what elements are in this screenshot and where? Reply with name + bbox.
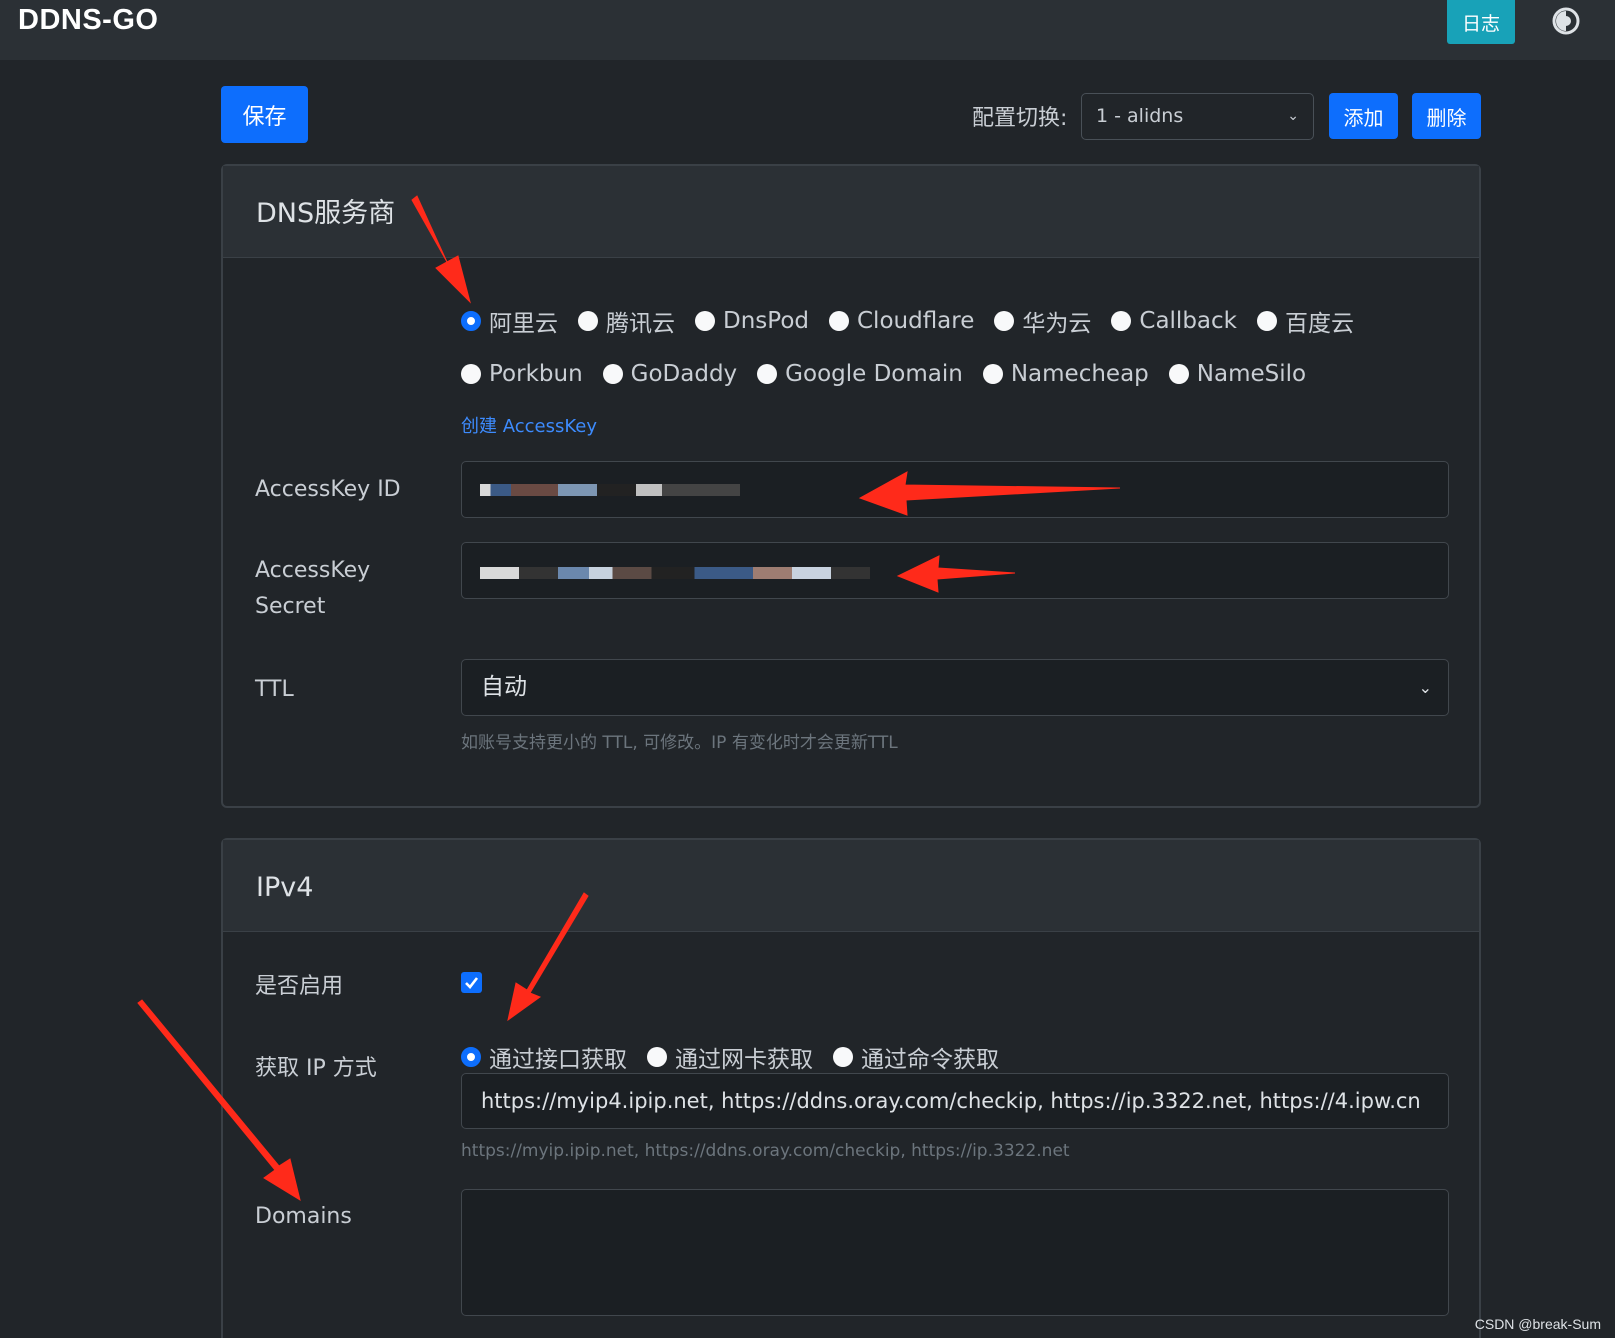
provider-option[interactable]: NameSilo xyxy=(1168,361,1307,387)
ipv4-enable-checkbox[interactable] xyxy=(461,972,482,993)
radio-button-icon[interactable] xyxy=(647,1047,667,1067)
ip-method-option[interactable]: 通过网卡获取 xyxy=(647,1040,813,1074)
radio-button-icon[interactable] xyxy=(757,364,778,384)
provider-option-label: 腾讯云 xyxy=(606,311,675,337)
navbar: DDNS-GO 日志 xyxy=(0,0,1615,60)
add-config-button[interactable]: 添加 xyxy=(1329,93,1398,139)
ip-url-input[interactable]: https://myip4.ipip.net, https://ddns.ora… xyxy=(461,1073,1449,1129)
contrast-icon[interactable] xyxy=(1551,6,1581,36)
redacted-value xyxy=(480,484,740,496)
create-accesskey-link[interactable]: 创建 AccessKey xyxy=(461,412,597,438)
radio-button-icon[interactable] xyxy=(1256,311,1277,331)
provider-option[interactable]: Cloudflare xyxy=(829,308,974,334)
provider-option[interactable]: GoDaddy xyxy=(602,361,738,387)
ip-method-label: 获取 IP 方式 xyxy=(255,1056,377,1081)
brand-logo[interactable]: DDNS-GO xyxy=(18,4,158,37)
radio-button-icon[interactable] xyxy=(461,1047,481,1067)
domains-textarea[interactable] xyxy=(461,1189,1449,1316)
ip-method-option[interactable]: 通过接口获取 xyxy=(461,1040,627,1074)
accesskey-id-input[interactable] xyxy=(461,461,1449,518)
accesskey-secret-input[interactable] xyxy=(461,542,1449,599)
chevron-down-icon: ⌄ xyxy=(1418,678,1432,697)
save-button[interactable]: 保存 xyxy=(221,86,308,143)
radio-button-icon[interactable] xyxy=(578,311,598,331)
ip-method-option-label: 通过网卡获取 xyxy=(675,1047,813,1073)
ttl-label: TTL xyxy=(255,677,294,702)
provider-radio-row-1: 阿里云 腾讯云 DnsPod Cloudflare 华为云 Callback 百度云 xyxy=(461,304,1374,338)
provider-option-label: NameSilo xyxy=(1196,361,1307,387)
provider-option-label: Porkbun xyxy=(489,361,583,387)
radio-button-icon[interactable] xyxy=(994,311,1015,331)
ip-url-help-text: https://myip.ipip.net, https://ddns.oray… xyxy=(461,1141,1070,1161)
ttl-select[interactable]: 自动 ⌄ xyxy=(461,659,1449,716)
config-select[interactable]: 1 - alidns ⌄ xyxy=(1081,93,1314,140)
provider-option[interactable]: 百度云 xyxy=(1256,304,1354,338)
provider-radio-row-2: Porkbun GoDaddy Google Domain Namecheap Name… xyxy=(461,361,1326,387)
provider-option[interactable]: 腾讯云 xyxy=(578,304,675,338)
provider-option-label: DnsPod xyxy=(723,308,809,334)
accesskey-secret-label-line2: Secret xyxy=(255,594,326,619)
provider-option[interactable]: DnsPod xyxy=(695,308,809,334)
accesskey-id-label: AccessKey ID xyxy=(255,477,401,502)
radio-button-icon[interactable] xyxy=(1111,311,1132,331)
provider-option[interactable]: Porkbun xyxy=(461,361,583,387)
domains-label: Domains xyxy=(255,1204,352,1229)
check-icon xyxy=(465,977,479,989)
provider-option-label: Namecheap xyxy=(1010,361,1149,387)
radio-button-icon[interactable] xyxy=(829,311,849,331)
radio-button-icon[interactable] xyxy=(833,1047,853,1067)
ip-method-option[interactable]: 通过命令获取 xyxy=(833,1040,999,1074)
provider-option[interactable]: 华为云 xyxy=(994,304,1091,338)
provider-option[interactable]: Google Domain xyxy=(757,361,963,387)
provider-option-label: 阿里云 xyxy=(489,311,558,337)
provider-option-label: 华为云 xyxy=(1022,311,1092,337)
provider-option-label: Google Domain xyxy=(785,361,963,387)
provider-option[interactable]: Callback xyxy=(1111,308,1237,334)
ipv4-enable-label: 是否启用 xyxy=(255,974,344,999)
radio-button-icon[interactable] xyxy=(461,311,481,331)
radio-button-icon[interactable] xyxy=(695,311,715,331)
ip-method-radio-row: 通过接口获取 通过网卡获取 通过命令获取 xyxy=(461,1040,1019,1074)
provider-option[interactable]: 阿里云 xyxy=(461,304,558,338)
ttl-help-text: 如账号支持更小的 TTL, 可修改。IP 有变化时才会更新TTL xyxy=(461,733,898,753)
radio-button-icon[interactable] xyxy=(1168,364,1189,384)
provider-option-label: GoDaddy xyxy=(630,361,738,387)
ttl-select-value: 自动 xyxy=(481,674,527,700)
radio-button-icon[interactable] xyxy=(982,364,1003,384)
ip-method-option-label: 通过命令获取 xyxy=(861,1047,999,1073)
ipv4-card-title: IPv4 xyxy=(223,840,1479,932)
config-select-value: 1 - alidns xyxy=(1096,105,1184,127)
delete-config-button[interactable]: 删除 xyxy=(1412,93,1481,139)
ip-method-option-label: 通过接口获取 xyxy=(489,1047,627,1073)
provider-option-label: 百度云 xyxy=(1284,311,1354,337)
watermark: CSDN @break-Sum xyxy=(1474,1316,1601,1332)
dns-card-title: DNS服务商 xyxy=(223,166,1479,258)
chevron-down-icon: ⌄ xyxy=(1287,108,1299,124)
redacted-value xyxy=(480,567,870,579)
accesskey-secret-label-line1: AccessKey xyxy=(255,558,371,583)
provider-option-label: Callback xyxy=(1139,308,1237,334)
radio-button-icon[interactable] xyxy=(461,364,481,384)
provider-option-label: Cloudflare xyxy=(857,308,975,334)
log-button[interactable]: 日志 xyxy=(1447,0,1515,44)
provider-option[interactable]: Namecheap xyxy=(982,361,1149,387)
radio-button-icon[interactable] xyxy=(602,364,623,384)
config-switch-label: 配置切换: xyxy=(972,106,1068,131)
